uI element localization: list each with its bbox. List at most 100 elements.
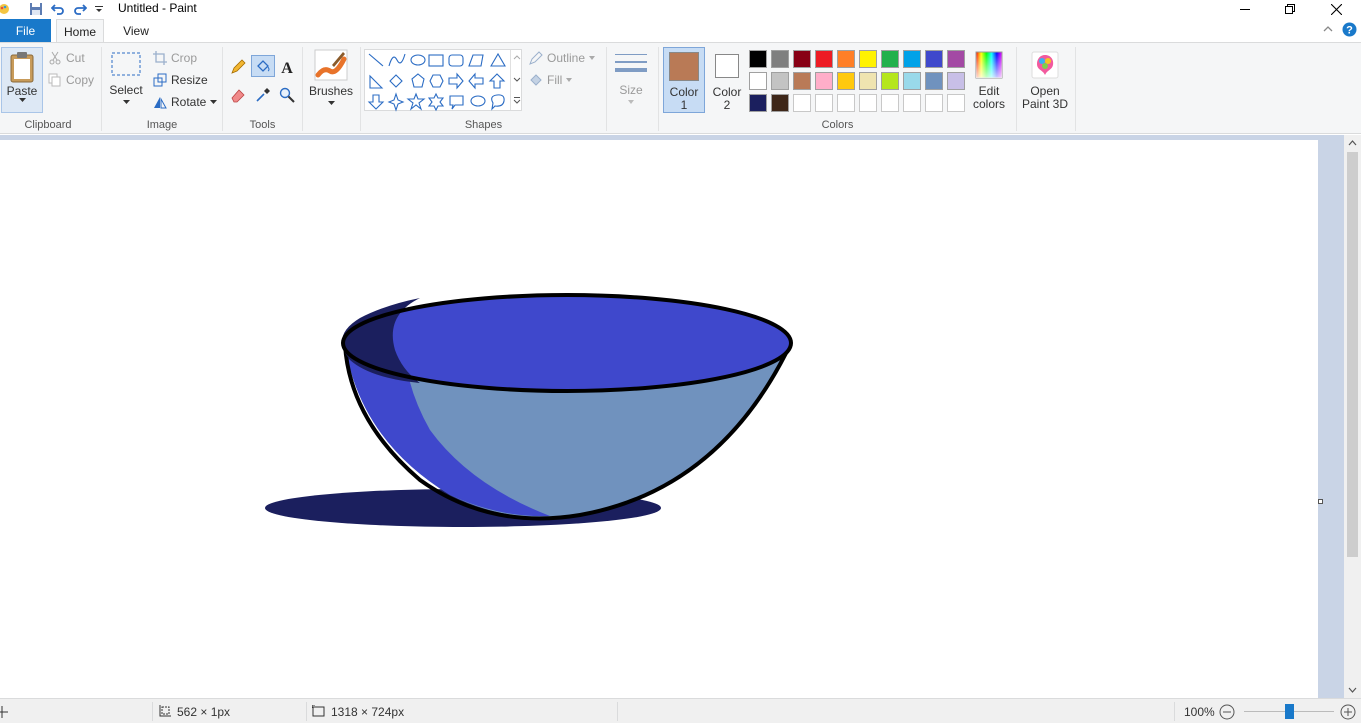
window-title: Untitled - Paint — [118, 1, 197, 15]
status-bar: 562 × 1px 1318 × 724px 100% — [0, 698, 1361, 723]
paint-app-icon[interactable] — [0, 1, 12, 17]
scroll-down-icon[interactable] — [1344, 681, 1361, 698]
size-button[interactable]: Size — [612, 51, 650, 104]
palette-swatch[interactable] — [771, 94, 789, 112]
palette-swatch-empty[interactable] — [925, 94, 943, 112]
divider — [1016, 47, 1017, 131]
tab-home[interactable]: Home — [56, 19, 104, 43]
restore-button[interactable] — [1268, 0, 1312, 18]
palette-swatch[interactable] — [815, 72, 833, 90]
palette-swatch[interactable] — [749, 94, 767, 112]
eyedropper-icon — [256, 88, 270, 102]
palette-swatch[interactable] — [947, 72, 965, 90]
close-button[interactable] — [1314, 0, 1358, 18]
palette-swatch[interactable] — [749, 50, 767, 68]
paste-label: Paste — [6, 84, 38, 98]
minimize-ribbon-icon[interactable] — [1322, 23, 1334, 38]
scroll-arrows-icon — [513, 55, 521, 104]
crop-button[interactable]: Crop — [153, 51, 197, 65]
fill-bucket-icon — [530, 74, 542, 86]
palette-swatch-empty[interactable] — [903, 94, 921, 112]
resize-button[interactable]: Resize — [153, 73, 208, 87]
magnifier-icon — [279, 87, 295, 103]
color-1-swatch — [669, 52, 699, 81]
shapes-gallery — [364, 49, 522, 112]
copy-button[interactable]: Copy — [48, 73, 94, 87]
palette-swatch[interactable] — [903, 50, 921, 68]
zoom-in-button[interactable] — [1340, 699, 1356, 724]
divider — [606, 47, 607, 131]
svg-text:A: A — [281, 60, 293, 75]
zoom-level: 100% — [1184, 704, 1215, 719]
outline-button[interactable]: Outline — [529, 51, 596, 65]
color-picker-tool[interactable] — [253, 85, 273, 105]
palette-swatch[interactable] — [749, 72, 767, 90]
palette-swatch[interactable] — [903, 72, 921, 90]
help-icon[interactable]: ? — [1342, 22, 1357, 40]
palette-swatch[interactable] — [837, 50, 855, 68]
clipboard-group: Paste Cut Copy Clipboard — [0, 43, 96, 133]
undo-icon[interactable] — [50, 1, 66, 17]
svg-text:?: ? — [1346, 25, 1353, 37]
palette-swatch[interactable] — [815, 50, 833, 68]
minimize-button[interactable] — [1223, 0, 1267, 18]
open-paint-3d-button[interactable]: Open Paint 3D — [1020, 51, 1070, 111]
palette-swatch[interactable] — [771, 72, 789, 90]
tab-file[interactable]: File — [0, 19, 51, 42]
paste-button[interactable]: Paste — [1, 47, 43, 113]
pencil-tool[interactable] — [228, 57, 248, 77]
selection-size-icon — [159, 705, 171, 717]
eraser-tool[interactable] — [228, 85, 248, 105]
zoom-out-button[interactable] — [1219, 699, 1235, 724]
palette-swatch[interactable] — [771, 50, 789, 68]
edit-colors-button[interactable]: Edit colors — [970, 51, 1008, 111]
color-2-button[interactable]: Color 2 — [707, 47, 747, 112]
palette-swatch-empty[interactable] — [881, 94, 899, 112]
text-a-icon: A — [281, 60, 293, 75]
vertical-scroll-thumb[interactable] — [1347, 152, 1358, 557]
magnifier-tool[interactable] — [277, 85, 297, 105]
palette-swatch-empty[interactable] — [859, 94, 877, 112]
cut-button[interactable]: Cut — [48, 51, 85, 65]
brushes-button[interactable]: Brushes — [307, 49, 355, 105]
chevron-down-icon — [210, 100, 218, 104]
select-button[interactable]: Select — [108, 51, 144, 104]
palette-swatch[interactable] — [925, 72, 943, 90]
text-tool[interactable]: A — [277, 57, 297, 77]
brush-icon — [314, 49, 348, 81]
palette-swatch[interactable] — [793, 72, 811, 90]
zoom-slider-thumb[interactable] — [1285, 704, 1294, 719]
palette-swatch[interactable] — [793, 50, 811, 68]
clipboard-icon — [10, 52, 34, 83]
palette-swatch-empty[interactable] — [947, 94, 965, 112]
canvas-workspace — [0, 135, 1361, 698]
palette-swatch[interactable] — [837, 72, 855, 90]
redo-icon[interactable] — [72, 1, 88, 17]
palette-swatch-empty[interactable] — [793, 94, 811, 112]
drawing-canvas[interactable] — [0, 140, 1318, 698]
canvas-size-icon — [312, 705, 325, 717]
divider — [152, 702, 153, 721]
fill-button[interactable]: Fill — [529, 73, 573, 87]
palette-swatch[interactable] — [881, 72, 899, 90]
palette-swatch[interactable] — [859, 72, 877, 90]
image-group-label: Image — [146, 119, 178, 131]
palette-swatch-empty[interactable] — [815, 94, 833, 112]
save-icon[interactable] — [28, 1, 44, 17]
scroll-up-icon[interactable] — [1344, 135, 1361, 152]
color-spectrum-icon — [975, 51, 1003, 79]
palette-swatch[interactable] — [881, 50, 899, 68]
palette-swatch[interactable] — [859, 50, 877, 68]
palette-swatch[interactable] — [947, 50, 965, 68]
tab-view[interactable]: View — [110, 19, 162, 42]
palette-swatch[interactable] — [925, 50, 943, 68]
shapes-scrollbar[interactable] — [510, 50, 522, 110]
canvas-resize-handle[interactable] — [1318, 499, 1323, 504]
plus-icon — [1340, 704, 1356, 719]
tools-group: A Tools — [223, 43, 302, 133]
rotate-button[interactable]: Rotate — [153, 95, 218, 109]
customize-quick-access-icon[interactable] — [91, 1, 107, 17]
palette-swatch-empty[interactable] — [837, 94, 855, 112]
color-1-button[interactable]: Color 1 — [663, 47, 705, 113]
fill-tool[interactable] — [251, 55, 275, 77]
